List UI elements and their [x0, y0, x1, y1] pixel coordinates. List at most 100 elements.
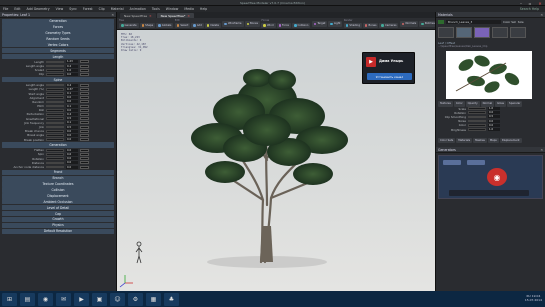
property-section-header[interactable]: Spine — [2, 77, 114, 83]
menu-item-animation[interactable]: Animation — [130, 7, 146, 11]
menu-item-tools[interactable]: Tools — [152, 7, 160, 11]
property-slider[interactable] — [46, 83, 64, 87]
toolbar-button-target[interactable]: Target — [311, 21, 328, 27]
curve-editor[interactable] — [80, 165, 89, 169]
control-slider[interactable] — [468, 124, 486, 127]
curve-editor[interactable] — [80, 161, 89, 165]
property-slider[interactable] — [46, 153, 64, 156]
property-value[interactable]: 0.0 — [66, 161, 78, 165]
property-slider[interactable] — [46, 96, 64, 100]
toolbar-button-force[interactable]: Force — [276, 22, 292, 28]
property-value[interactable]: 0.1 — [66, 104, 78, 108]
tab-materials[interactable]: Materials — [456, 137, 473, 144]
texture-swatch[interactable] — [510, 27, 526, 38]
toolbar-button-delete[interactable]: Delete — [204, 22, 221, 28]
property-value[interactable]: 0.5 — [66, 117, 78, 121]
curve-editor[interactable] — [80, 138, 89, 142]
property-value[interactable]: 0.0 — [66, 100, 78, 104]
toolbar-button-add[interactable]: Add — [191, 22, 204, 28]
property-slider[interactable] — [46, 134, 64, 137]
start-icon[interactable]: ⊞ — [2, 292, 17, 306]
toolbar-button-globals[interactable]: Globals — [156, 22, 174, 28]
property-slider[interactable] — [46, 69, 64, 72]
generator-node[interactable] — [443, 160, 461, 166]
property-section-header[interactable]: Physics — [2, 222, 114, 229]
menu-item-material[interactable]: Material — [111, 7, 124, 11]
property-section-header[interactable]: Texture Coordinates — [2, 181, 114, 187]
curve-editor[interactable] — [80, 104, 89, 108]
control-value[interactable]: 1.0 — [488, 107, 500, 111]
property-section-header[interactable]: Vertex Colors — [2, 42, 114, 48]
menu-item-forest[interactable]: Forest — [83, 7, 93, 11]
property-value[interactable]: 0.0 — [66, 138, 78, 142]
toolbar-button-wind[interactable]: Wind — [261, 22, 276, 28]
property-section-header[interactable]: Random Seeds — [2, 36, 114, 42]
property-slider[interactable] — [46, 100, 64, 104]
resolution-footer[interactable]: Default Resolution — [2, 228, 114, 234]
property-section-header[interactable]: Ambient Occlusion — [2, 199, 114, 205]
control-value[interactable]: 0.0 — [488, 123, 500, 127]
property-slider[interactable] — [46, 108, 64, 112]
toolbar-button-collision[interactable]: Collision — [292, 22, 311, 28]
settings-icon[interactable]: ⚙ — [128, 292, 143, 306]
property-section-header[interactable]: Geometry Types — [2, 30, 114, 36]
curve-editor[interactable] — [80, 100, 89, 104]
curve-editor[interactable] — [80, 87, 89, 91]
menu-item-media[interactable]: Media — [184, 7, 194, 11]
property-slider[interactable] — [46, 117, 64, 120]
menu-item-view[interactable]: View — [56, 7, 64, 11]
menu-item-window[interactable]: Window — [166, 7, 179, 11]
control-value[interactable]: 0.5 — [488, 115, 500, 119]
property-slider[interactable] — [46, 60, 64, 64]
toolbar-button-shading[interactable]: Shading — [343, 22, 362, 28]
panel-close-icon[interactable]: ✕ — [540, 148, 543, 152]
tab-close-icon[interactable]: ✕ — [187, 14, 190, 18]
property-slider[interactable] — [46, 121, 64, 125]
property-value[interactable]: 0.37 — [66, 87, 78, 91]
tab-document[interactable]: New SpeedTree ✕ — [120, 13, 156, 18]
curve-editor[interactable] — [80, 83, 89, 87]
property-slider[interactable] — [46, 165, 64, 169]
curve-editor[interactable] — [80, 117, 89, 121]
material-button-gloss[interactable]: Gloss — [495, 101, 507, 107]
curve-editor[interactable] — [80, 157, 89, 161]
material-select[interactable]: Branch_Leaves_3 — [446, 19, 501, 24]
property-section-header[interactable]: Branch — [2, 175, 114, 181]
property-value[interactable]: 0.4 — [66, 83, 78, 87]
curve-editor[interactable] — [80, 125, 89, 129]
property-value[interactable]: 0.0 — [66, 96, 78, 100]
control-slider[interactable] — [468, 128, 486, 131]
property-slider[interactable] — [46, 148, 64, 152]
curve-editor[interactable] — [80, 64, 89, 68]
menu-item-sync[interactable]: Sync — [69, 7, 77, 11]
curve-editor[interactable] — [80, 92, 89, 96]
property-section-header[interactable]: Frond — [2, 169, 114, 175]
property-section-header[interactable]: Level of Detail — [2, 205, 114, 211]
curve-editor[interactable] — [80, 133, 89, 137]
control-slider[interactable] — [468, 111, 486, 115]
property-section-header[interactable]: Length — [2, 53, 114, 60]
photo-icon[interactable]: ▦ — [146, 292, 161, 306]
tab-close-icon[interactable]: ✕ — [149, 14, 152, 18]
property-slider[interactable] — [46, 129, 64, 133]
toolbar-button-cameras[interactable]: Cameras — [379, 22, 399, 28]
curve-editor[interactable] — [80, 72, 89, 76]
property-section-header[interactable]: Generation — [2, 18, 114, 24]
tab-displacement[interactable]: Displacement — [499, 137, 522, 144]
property-value[interactable]: 0.4 — [66, 64, 78, 68]
curve-editor[interactable] — [80, 108, 89, 112]
toolbar-button-select[interactable]: Select — [174, 22, 191, 28]
menu-item-help[interactable]: Help — [200, 7, 207, 11]
control-value[interactable]: 0.0 — [488, 111, 500, 115]
property-value[interactable]: 0.1 — [66, 92, 78, 96]
property-slider[interactable] — [46, 88, 64, 91]
menu-item-file[interactable]: File — [3, 7, 8, 11]
explorer-icon[interactable]: ▤ — [20, 292, 35, 306]
generator-graph[interactable]: ◉ — [438, 155, 543, 200]
control-slider[interactable] — [468, 107, 486, 110]
mail-icon[interactable]: ✉ — [56, 292, 71, 306]
toolbar-button-normals[interactable]: Normals — [399, 21, 419, 27]
property-section-header[interactable]: Forces — [2, 24, 114, 30]
property-value[interactable]: 0.0 — [66, 72, 78, 76]
control-value[interactable]: 1.0 — [488, 128, 500, 132]
